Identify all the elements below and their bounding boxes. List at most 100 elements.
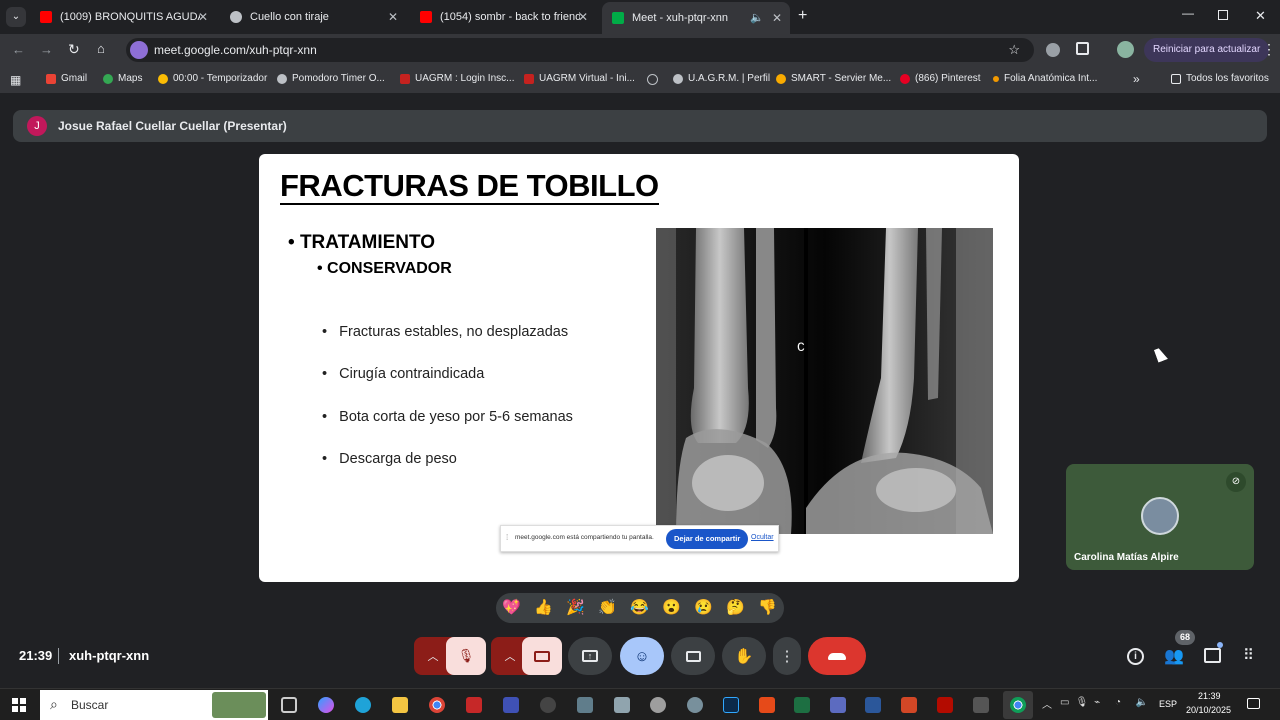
all-bookmarks-folder[interactable]: Todos los favoritos (1171, 73, 1269, 84)
reaction-thumbs-up-icon[interactable]: 👍 (534, 598, 553, 616)
minimize-icon[interactable]: — (1182, 6, 1194, 20)
app-icon[interactable] (650, 697, 666, 713)
browser-tab-active[interactable]: Meet - xuh-ptqr-xnn 🔈 ✕ (602, 2, 790, 34)
bookmark-label: Pomodoro Timer O... (292, 73, 385, 84)
people-icon[interactable]: 👥 (1164, 646, 1184, 666)
participant-name: Carolina Matías Alpire (1074, 552, 1179, 563)
reaction-thumbs-down-icon[interactable]: 👎 (758, 598, 777, 616)
address-bar[interactable]: meet.google.com/xuh-ptqr-xnn ☆ (126, 38, 1034, 62)
raise-hand-button[interactable]: ✋ (722, 637, 766, 675)
app-icon[interactable] (466, 697, 482, 713)
app-icon[interactable] (503, 697, 519, 713)
close-tab-icon[interactable]: ✕ (578, 10, 588, 24)
powerpoint-icon[interactable] (901, 697, 917, 713)
camera-toggle-button[interactable] (522, 637, 562, 675)
stop-sharing-button[interactable]: Dejar de compartir (666, 529, 749, 549)
acrobat-icon[interactable] (937, 697, 953, 713)
hand-icon: ✋ (734, 648, 754, 665)
check-circle-icon (277, 73, 287, 84)
copilot-icon[interactable] (318, 697, 334, 713)
drag-handle-icon[interactable]: ⁞ (506, 533, 508, 542)
task-view-icon[interactable] (281, 697, 297, 713)
mic-toggle-button[interactable]: 🎙 (446, 637, 486, 675)
reload-icon[interactable]: ↻ (68, 41, 80, 58)
close-tab-icon[interactable]: ✕ (198, 10, 208, 24)
browser-tab[interactable]: (1054) sombr - back to friends ✕ (410, 4, 596, 30)
language-indicator[interactable]: ESP (1159, 699, 1177, 709)
extensions-puzzle-icon[interactable] (1076, 42, 1089, 55)
word-icon[interactable] (865, 697, 881, 713)
home-icon[interactable]: ⌂ (97, 41, 105, 56)
browser-tab[interactable]: (1009) BRONQUITIS AGUDA - Y ✕ (30, 4, 216, 30)
captions-button[interactable] (671, 637, 715, 675)
bookmark-folia[interactable]: Folia Anatómica Int... (993, 73, 1097, 84)
globe-icon[interactable] (647, 74, 658, 85)
app-icon[interactable] (540, 697, 556, 713)
reaction-clap-icon[interactable]: 👏 (598, 598, 617, 616)
bookmark-uagrm-login[interactable]: UAGRM : Login Insc... (400, 73, 514, 84)
bookmark-smart-servier[interactable]: SMART - Servier Me... (776, 73, 891, 84)
reaction-laugh-icon[interactable]: 😂 (630, 598, 649, 616)
photoshop-icon[interactable] (723, 697, 739, 713)
bookmark-pinterest[interactable]: (866) Pinterest (900, 73, 981, 84)
present-screen-button[interactable]: ↑ (568, 637, 612, 675)
taskbar-clock[interactable]: 21:39 (1198, 691, 1221, 701)
pinterest-icon (900, 73, 910, 84)
leave-call-button[interactable] (808, 637, 866, 675)
bookmark-gmail[interactable]: Gmail (46, 73, 87, 84)
close-tab-icon[interactable]: ✕ (772, 11, 782, 25)
edge-icon[interactable] (355, 697, 371, 713)
tab-search-chevron-icon[interactable]: ⌄ (6, 7, 26, 27)
reactions-button[interactable]: ☺ (620, 637, 664, 675)
taskbar-search-box[interactable]: ⌕ Buscar (40, 690, 268, 720)
bookmark-temporizador[interactable]: 00:00 - Temporizador (158, 73, 267, 84)
close-window-icon[interactable]: ✕ (1255, 8, 1266, 24)
chrome-icon[interactable] (1010, 697, 1026, 713)
apps-grid-icon[interactable]: ▦ (10, 73, 21, 87)
reaction-sad-icon[interactable]: 😢 (694, 598, 713, 616)
more-bookmarks-icon[interactable]: » (1133, 72, 1140, 86)
speaker-icon[interactable]: 🔈 (750, 11, 764, 24)
taskbar-date[interactable]: 20/10/2025 (1186, 705, 1231, 715)
notifications-icon[interactable] (1247, 698, 1260, 709)
app-icon[interactable] (577, 697, 593, 713)
activities-grid-icon[interactable]: ⠿ (1243, 646, 1254, 664)
bookmark-label: Maps (118, 73, 143, 84)
reaction-surprised-icon[interactable]: 😮 (662, 598, 681, 616)
bookmark-uagrm-perfil[interactable]: U.A.G.R.M. | Perfil (673, 73, 770, 84)
new-tab-button[interactable]: + (798, 7, 807, 25)
windows-start-icon[interactable] (12, 698, 26, 712)
app-icon[interactable] (687, 697, 703, 713)
excel-icon[interactable] (794, 697, 810, 713)
bookmark-maps[interactable]: Maps (103, 73, 142, 84)
participant-tile[interactable]: ⊘ Carolina Matías Alpire (1066, 464, 1254, 570)
close-tab-icon[interactable]: ✕ (388, 10, 398, 24)
kebab-icon: ⋮ (779, 648, 795, 665)
bookmark-pomodoro[interactable]: Pomodoro Timer O... (277, 73, 385, 84)
restore-icon[interactable] (1218, 10, 1228, 20)
extension-icon[interactable] (1046, 43, 1060, 57)
app-icon[interactable] (759, 697, 775, 713)
back-icon[interactable]: ← (12, 42, 25, 57)
menu-kebab-icon[interactable]: ⋮ (1262, 41, 1276, 58)
tray-overflow-icon[interactable]: ︿ (1042, 696, 1052, 711)
reaction-heart-icon[interactable]: 💖 (502, 598, 521, 616)
update-button[interactable]: Reiniciar para actualizar (1144, 38, 1270, 62)
app-icon[interactable] (830, 697, 846, 713)
bookmark-uagrm-virtual[interactable]: UAGRM Virtual - Ini... (524, 73, 635, 84)
search-highlight-image (212, 692, 266, 718)
profile-avatar[interactable] (1117, 41, 1134, 58)
bookmark-star-icon[interactable]: ☆ (1008, 42, 1020, 58)
chrome-icon[interactable] (429, 697, 445, 713)
file-explorer-icon[interactable] (392, 697, 408, 713)
forward-icon[interactable]: → (40, 42, 53, 57)
browser-tab[interactable]: Cuello con tiraje ✕ (220, 4, 406, 30)
app-icon[interactable] (614, 697, 630, 713)
more-options-button[interactable]: ⋮ (773, 637, 801, 675)
reaction-party-icon[interactable]: 🎉 (566, 598, 585, 616)
chat-icon[interactable] (1204, 648, 1221, 663)
reaction-thinking-icon[interactable]: 🤔 (726, 598, 745, 616)
hide-banner-link[interactable]: Ocultar (751, 534, 774, 541)
calculator-icon[interactable] (973, 697, 989, 713)
meeting-info-icon[interactable]: i (1127, 648, 1144, 665)
